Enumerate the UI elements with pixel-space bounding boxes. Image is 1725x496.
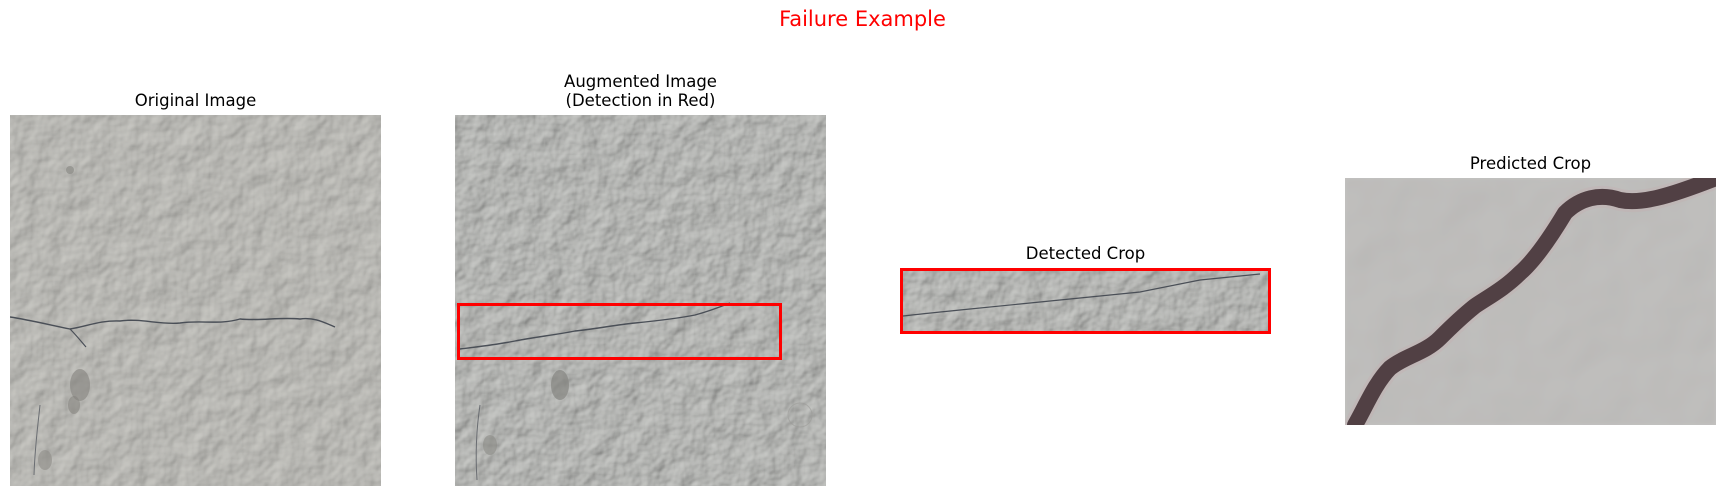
original-image-title: Original Image xyxy=(134,91,257,110)
augmented-image xyxy=(455,115,826,486)
detected-crop-title: Detected Crop xyxy=(1025,244,1146,263)
original-image xyxy=(10,115,381,486)
figure-title: Failure Example xyxy=(779,7,946,31)
augmented-image-title-line1: Augmented Image xyxy=(564,72,717,91)
detected-crop-border xyxy=(900,268,1271,334)
augmented-image-title-line2: (Detection in Red) xyxy=(565,91,716,110)
predicted-crop-title: Predicted Crop xyxy=(1469,154,1592,173)
detection-box xyxy=(457,303,782,360)
predicted-crop xyxy=(1345,178,1716,425)
detected-crop xyxy=(900,268,1271,334)
